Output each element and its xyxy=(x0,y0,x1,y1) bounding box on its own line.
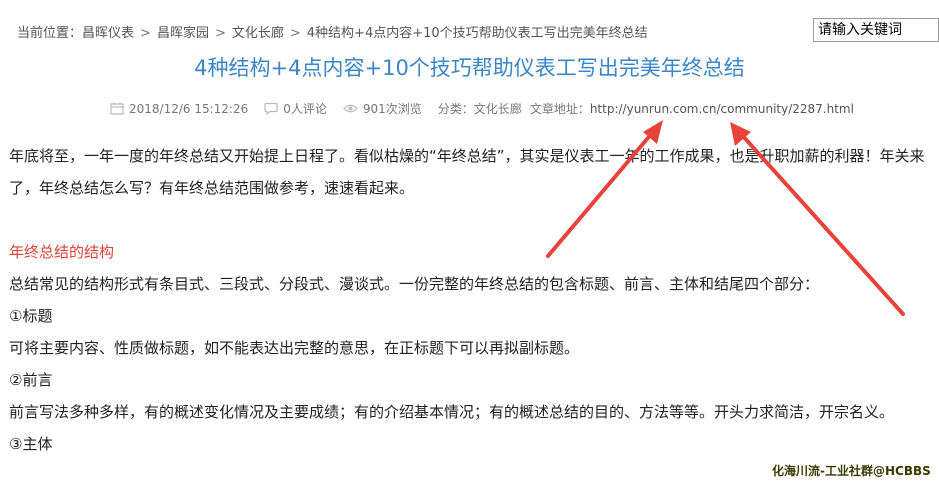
breadcrumb-separator: > xyxy=(140,26,151,41)
search-input[interactable] xyxy=(813,18,939,42)
paragraph-structure: 总结常见的结构形式有条目式、三段式、分段式、漫谈式。一份完整的年终总结的包含标题… xyxy=(9,275,820,293)
eye-icon xyxy=(343,104,358,113)
meta-comments-text: 0人评论 xyxy=(283,102,327,116)
paragraph-intro: 年底将至，一年一度的年终总结又开始提上日程了。看似枯燥的“年终总结”，其实是仪表… xyxy=(9,147,925,197)
breadcrumb: 当前位置：昌晖仪表 > 昌晖家园 > 文化长廊 >4种结构+4点内容+10个技巧帮助仪表工… xyxy=(17,22,648,41)
paragraph-item-title: ①标题 xyxy=(9,307,53,325)
meta-date: 2018/12/6 15:12:26 xyxy=(110,102,248,116)
meta-comments[interactable]: 0人评论 xyxy=(264,100,327,117)
breadcrumb-link-home-garden[interactable]: 昌晖家园 xyxy=(157,26,209,41)
article-meta: 2018/12/6 15:12:26 0人评论 901次浏览 分类：文化长廊 文… xyxy=(110,100,870,117)
meta-category-text: 分类：文化长廊 xyxy=(437,102,522,116)
paragraph-preface-desc: 前言写法多种多样，有的概述变化情况及主要成绩；有的介绍基本情况；有的概述总结的目… xyxy=(9,403,895,421)
meta-category[interactable]: 分类：文化长廊 xyxy=(438,100,522,117)
paragraph-title-desc: 可将主要内容、性质做标题，如不能表达出完整的意思，在正标题下可以再拟副标题。 xyxy=(9,339,580,357)
meta-views-text: 901次浏览 xyxy=(362,102,422,116)
meta-url: 文章地址： http://yunrun.com.cn/community/228… xyxy=(530,100,854,117)
article-body: 年底将至，一年一度的年终总结又开始提上日程了。看似枯燥的“年终总结”，其实是仪表… xyxy=(9,140,929,460)
section-heading: 年终总结的结构 xyxy=(9,243,115,261)
breadcrumb-separator: > xyxy=(214,26,226,41)
top-bar: 当前位置：昌晖仪表 > 昌晖家园 > 文化长廊 >4种结构+4点内容+10个技巧帮助仪表工… xyxy=(0,0,939,44)
breadcrumb-link-culture[interactable]: 文化长廊 xyxy=(232,26,284,41)
paragraph-item-preface: ②前言 xyxy=(9,371,53,389)
paragraph-item-body: ③主体 xyxy=(9,435,53,453)
breadcrumb-current: 4种结构+4点内容+10个技巧帮助仪表工写出完美年终总结 xyxy=(306,26,648,41)
meta-date-text: 2018/12/6 15:12:26 xyxy=(129,101,249,116)
breadcrumb-prefix: 当前位置： xyxy=(17,26,83,41)
comment-icon xyxy=(264,102,278,115)
meta-url-link[interactable]: http://yunrun.com.cn/community/2287.html xyxy=(590,102,854,116)
breadcrumb-separator: > xyxy=(289,26,301,41)
article-title: 4种结构+4点内容+10个技巧帮助仪表工写出完美年终总结 xyxy=(194,56,745,80)
calendar-icon xyxy=(110,102,124,115)
meta-views: 901次浏览 xyxy=(343,100,422,117)
watermark: 化海川流-工业社群@HCBBS xyxy=(772,464,931,478)
meta-url-label: 文章地址： xyxy=(529,102,590,116)
breadcrumb-link-home[interactable]: 昌晖仪表 xyxy=(82,26,134,41)
